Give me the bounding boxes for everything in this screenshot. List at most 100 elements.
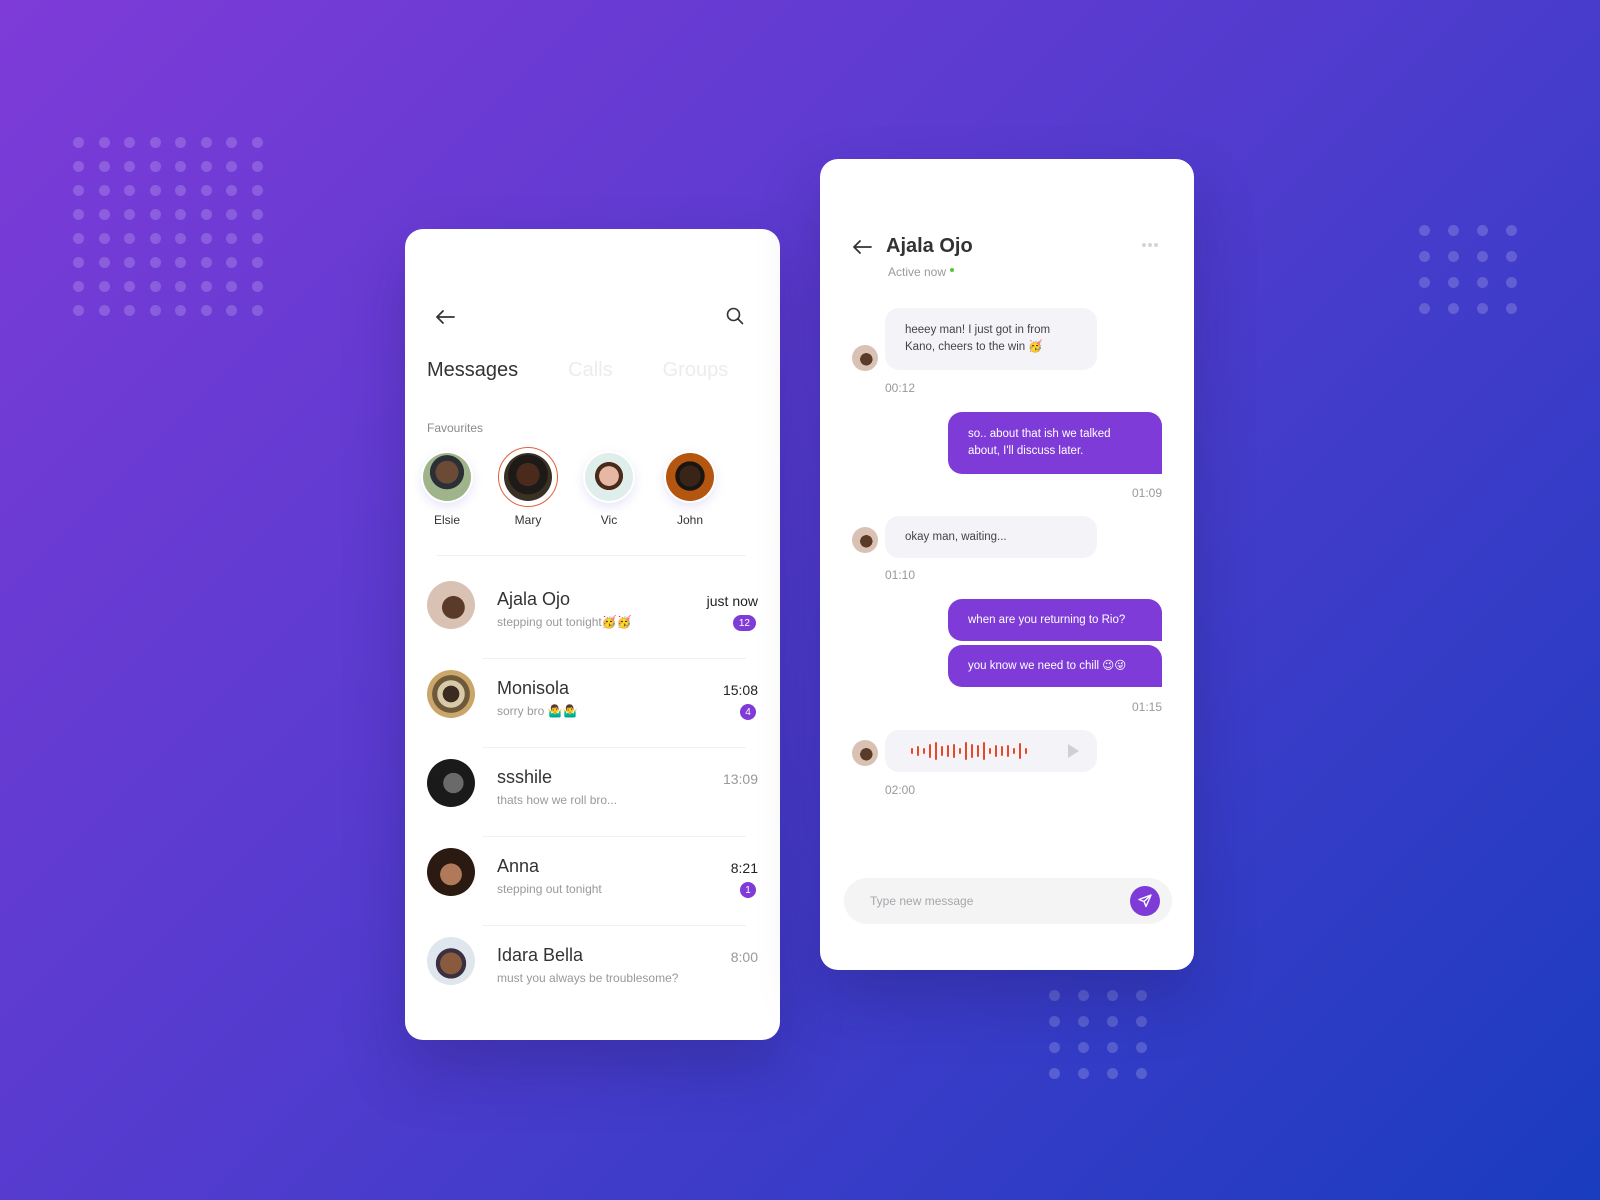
decorative-dot: [226, 305, 237, 316]
decorative-dot: [1107, 1016, 1118, 1027]
decorative-dot: [226, 185, 237, 196]
message-input[interactable]: [844, 878, 1114, 924]
decorative-dot: [1419, 251, 1430, 262]
divider: [437, 555, 746, 556]
decorative-dot: [1477, 303, 1488, 314]
message-time: 01:15: [1131, 700, 1162, 714]
avatar: [427, 759, 475, 807]
waveform-bar: [965, 742, 967, 760]
send-button[interactable]: [1130, 886, 1160, 916]
waveform-bar: [911, 748, 913, 754]
decorative-dot: [1136, 1068, 1147, 1079]
play-icon[interactable]: [1068, 744, 1079, 758]
unread-badge: 4: [740, 704, 756, 720]
decorative-dot: [149, 161, 161, 172]
decorative-dot: [1078, 1042, 1089, 1053]
waveform-bar: [1001, 746, 1003, 756]
decorative-dot: [200, 185, 212, 196]
decorative-dot: [149, 209, 161, 220]
decorative-dot: [251, 281, 263, 292]
decorative-dot: [1078, 1068, 1089, 1079]
search-icon: [726, 307, 744, 325]
decorative-dot: [1049, 1042, 1060, 1053]
waveform: [911, 730, 1027, 772]
decorative-dot: [124, 209, 135, 220]
incoming-message: heeey man! I just got in from Kano, chee…: [885, 308, 1097, 370]
decorative-dot: [1078, 1016, 1089, 1027]
avatar: [423, 453, 471, 501]
avatar: [427, 937, 475, 985]
decorative-dot: [1506, 303, 1517, 314]
contact-name: Ajala Ojo: [497, 589, 571, 609]
favourite-contact[interactable]: Mary: [498, 447, 558, 527]
presence-status: Active now: [888, 265, 955, 279]
waveform-bar: [983, 742, 985, 760]
arrow-left-icon: [436, 310, 455, 324]
search-button[interactable]: [724, 305, 746, 327]
decorative-dot: [1049, 1016, 1060, 1027]
tab-groups[interactable]: Groups: [663, 359, 729, 382]
decorative-dot: [98, 161, 110, 172]
message-text: so.. about that ish we talked about, I'l…: [968, 428, 1111, 457]
message-time: 8:21: [730, 860, 758, 876]
decorative-dot: [124, 305, 135, 316]
conversation-row[interactable]: Monisola sorry bro 🤷‍♂️🤷‍♂️ 15:08 4: [405, 658, 780, 747]
avatar: [852, 527, 878, 553]
tab-messages[interactable]: Messages: [427, 359, 518, 382]
waveform-bar: [995, 745, 997, 757]
favourite-contact[interactable]: Elsie: [423, 451, 471, 527]
decorative-dot: [98, 257, 110, 268]
favourite-contact[interactable]: Vic: [585, 451, 633, 527]
decorative-dot: [98, 185, 110, 196]
favourite-contact[interactable]: John: [666, 451, 714, 527]
decorative-dot: [1448, 277, 1459, 288]
back-button[interactable]: [850, 235, 874, 259]
decorative-dot: [1477, 277, 1488, 288]
decorative-dot: [1136, 1016, 1147, 1027]
decorative-dot: [1419, 225, 1430, 236]
decorative-dot: [226, 281, 237, 292]
decorative-dot: [1107, 990, 1118, 1001]
message-time: 01:09: [1131, 486, 1162, 500]
conversation-row[interactable]: Ajala Ojo stepping out tonight🥳🥳 just no…: [405, 569, 780, 658]
decorative-dot: [73, 257, 84, 268]
message-preview: stepping out tonight: [497, 882, 602, 896]
decorative-dot: [251, 257, 263, 268]
decorative-dot: [226, 233, 237, 244]
avatar: [504, 453, 552, 501]
back-button[interactable]: [433, 305, 457, 329]
waveform-bar: [977, 745, 979, 757]
conversation-row[interactable]: Anna stepping out tonight 8:21 1: [405, 836, 780, 925]
more-options-button[interactable]: [1142, 243, 1160, 249]
decorative-dot: [1078, 990, 1089, 1001]
waveform-bar: [1013, 748, 1015, 754]
decorative-dot: [98, 137, 110, 148]
favourites-heading: Favourites: [427, 421, 484, 435]
avatar: [666, 453, 714, 501]
decorative-dot: [200, 305, 212, 316]
outgoing-message: you know we need to chill 😉😜: [948, 645, 1162, 687]
message-time: 00:12: [885, 381, 916, 395]
decorative-dot: [1107, 1042, 1118, 1053]
decorative-dot: [149, 281, 161, 292]
message-preview: must you always be troublesome?: [497, 971, 679, 985]
conversation-row[interactable]: ssshile thats how we roll bro... 13:09: [405, 747, 780, 836]
messages-screen: Messages Calls Groups Favourites Elsie M…: [405, 229, 780, 1040]
decorative-dot: [1107, 1068, 1118, 1079]
conversation-list: Ajala Ojo stepping out tonight🥳🥳 just no…: [405, 569, 780, 1014]
message-preview: thats how we roll bro...: [497, 793, 618, 807]
tab-calls[interactable]: Calls: [568, 359, 612, 382]
more-horizontal-icon: [1142, 243, 1146, 247]
decorative-dot: [1448, 303, 1459, 314]
contact-name: ssshile: [497, 767, 553, 787]
waveform-bar: [1025, 748, 1027, 754]
conversation-row[interactable]: Idara Bella must you always be troubleso…: [405, 925, 780, 1014]
decorative-dot: [1049, 990, 1060, 1001]
chat-screen: Ajala Ojo Active now heeey man! I just g…: [820, 159, 1194, 970]
message-text: when are you returning to Rio?: [968, 613, 1126, 626]
waveform-bar: [935, 742, 937, 760]
decorative-dot: [226, 161, 237, 172]
waveform-bar: [1019, 743, 1021, 759]
decorative-dot: [175, 185, 186, 196]
decorative-dot: [1477, 251, 1488, 262]
